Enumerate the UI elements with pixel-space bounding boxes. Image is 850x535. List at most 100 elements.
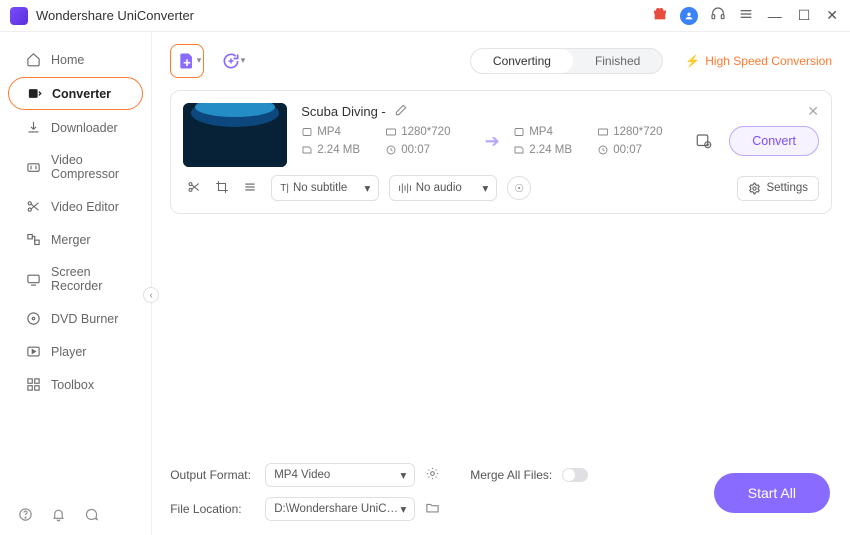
video-thumbnail[interactable] — [183, 103, 287, 167]
gear-icon — [748, 182, 761, 195]
titlebar: Wondershare UniConverter — ☐ ✕ — [0, 0, 850, 32]
sidebar-item-label: Video Compressor — [51, 153, 125, 181]
main-content: ▾ ▾ Converting Finished ⚡ High Speed Con… — [152, 32, 850, 535]
src-size: 2.24 MB — [317, 144, 375, 156]
download-icon — [26, 120, 41, 135]
sidebar-item-label: Downloader — [51, 121, 118, 135]
size-icon — [513, 144, 525, 156]
clock-icon — [597, 144, 609, 156]
dvd-icon — [26, 311, 41, 326]
sidebar-item-home[interactable]: Home — [8, 44, 143, 75]
sidebar-item-recorder[interactable]: Screen Recorder — [8, 257, 143, 301]
sidebar-item-player[interactable]: Player — [8, 336, 143, 367]
edit-name-icon[interactable] — [394, 103, 408, 120]
help-icon[interactable] — [18, 507, 33, 525]
user-avatar[interactable] — [680, 7, 698, 25]
format-settings-icon[interactable] — [425, 466, 440, 484]
audio-value: No audio — [416, 182, 462, 194]
headset-icon[interactable] — [710, 6, 726, 25]
underwater-art — [183, 103, 287, 167]
output-format-select[interactable]: MP4 Video ▾ — [265, 463, 415, 487]
lightning-icon: ⚡ — [685, 54, 700, 68]
chevron-down-icon: ▾ — [197, 55, 202, 66]
merge-toggle[interactable] — [562, 468, 588, 482]
sidebar-item-label: Merger — [51, 233, 91, 247]
format-icon — [301, 126, 313, 138]
clock-icon — [385, 144, 397, 156]
sidebar-item-compressor[interactable]: Video Compressor — [8, 145, 143, 189]
tab-converting[interactable]: Converting — [471, 49, 573, 73]
dst-size: 2.24 MB — [529, 144, 587, 156]
resolution-icon — [597, 126, 609, 138]
subtitle-icon: T| — [280, 183, 289, 194]
status-tabs: Converting Finished — [470, 48, 663, 74]
sidebar-item-label: Home — [51, 53, 84, 67]
file-location-value: D:\Wondershare UniConverter — [274, 503, 400, 515]
merger-icon — [26, 232, 41, 247]
sidebar-item-label: Video Editor — [51, 200, 119, 214]
remove-file-button[interactable]: ✕ — [807, 103, 819, 120]
chevron-down-icon: ▾ — [482, 181, 488, 195]
size-icon — [301, 144, 313, 156]
audio-select[interactable]: ı|ı|ı No audio ▾ — [389, 175, 497, 201]
toolbox-icon — [26, 377, 41, 392]
sidebar-item-downloader[interactable]: Downloader — [8, 112, 143, 143]
open-folder-icon[interactable] — [425, 500, 440, 518]
resolution-icon — [385, 126, 397, 138]
file-name: Scuba Diving - — [301, 104, 386, 119]
audio-icon: ı|ı|ı — [398, 183, 412, 194]
info-button[interactable]: ☉ — [507, 176, 531, 200]
tab-finished[interactable]: Finished — [573, 49, 662, 73]
sidebar-item-label: Converter — [52, 87, 111, 101]
maximize-button[interactable]: ☐ — [796, 7, 813, 24]
src-format: MP4 — [317, 126, 375, 138]
minimize-button[interactable]: — — [766, 8, 784, 24]
player-icon — [26, 344, 41, 359]
app-title: Wondershare UniConverter — [36, 8, 652, 23]
sidebar-item-label: DVD Burner — [51, 312, 118, 326]
sidebar-item-toolbox[interactable]: Toolbox — [8, 369, 143, 400]
menu-icon[interactable] — [738, 6, 754, 25]
file-location-label: File Location: — [170, 502, 255, 516]
add-url-button[interactable]: ▾ — [214, 44, 248, 78]
app-logo — [10, 7, 28, 25]
dst-format: MP4 — [529, 126, 587, 138]
arrow-icon: ➔ — [477, 131, 507, 152]
sidebar-item-label: Screen Recorder — [51, 265, 125, 293]
converter-icon — [27, 86, 42, 101]
subtitle-select[interactable]: T|No subtitle ▾ — [271, 175, 379, 201]
convert-button[interactable]: Convert — [729, 126, 819, 156]
sidebar-item-converter[interactable]: Converter — [8, 77, 143, 110]
add-file-button[interactable]: ▾ — [170, 44, 204, 78]
file-location-select[interactable]: D:\Wondershare UniConverter ▾ — [265, 497, 415, 521]
home-icon — [26, 52, 41, 67]
add-file-icon — [177, 51, 197, 71]
file-card: Scuba Diving - MP4 1280*720 2.24 MB 00:0… — [170, 90, 832, 214]
scissors-icon — [26, 199, 41, 214]
trim-icon[interactable] — [187, 180, 201, 197]
sidebar-item-merger[interactable]: Merger — [8, 224, 143, 255]
dst-resolution: 1280*720 — [613, 126, 671, 138]
format-icon — [513, 126, 525, 138]
crop-icon[interactable] — [215, 180, 229, 197]
bell-icon[interactable] — [51, 507, 66, 525]
merge-label: Merge All Files: — [470, 468, 552, 482]
chevron-down-icon: ▾ — [241, 55, 246, 66]
sidebar-item-editor[interactable]: Video Editor — [8, 191, 143, 222]
dst-duration: 00:07 — [613, 144, 671, 156]
high-speed-banner[interactable]: ⚡ High Speed Conversion — [685, 54, 832, 68]
settings-label: Settings — [766, 182, 808, 194]
high-speed-label: High Speed Conversion — [705, 54, 832, 68]
output-settings-icon[interactable] — [695, 132, 713, 150]
recorder-icon — [26, 272, 41, 287]
gift-icon[interactable] — [652, 6, 668, 25]
effects-icon[interactable] — [243, 180, 257, 197]
sidebar-item-dvd[interactable]: DVD Burner — [8, 303, 143, 334]
close-button[interactable]: ✕ — [824, 7, 840, 24]
settings-button[interactable]: Settings — [737, 176, 819, 201]
output-format-label: Output Format: — [170, 468, 255, 482]
feedback-icon[interactable] — [84, 507, 99, 525]
output-format-value: MP4 Video — [274, 469, 330, 481]
sidebar-item-label: Toolbox — [51, 378, 94, 392]
start-all-button[interactable]: Start All — [714, 473, 830, 513]
